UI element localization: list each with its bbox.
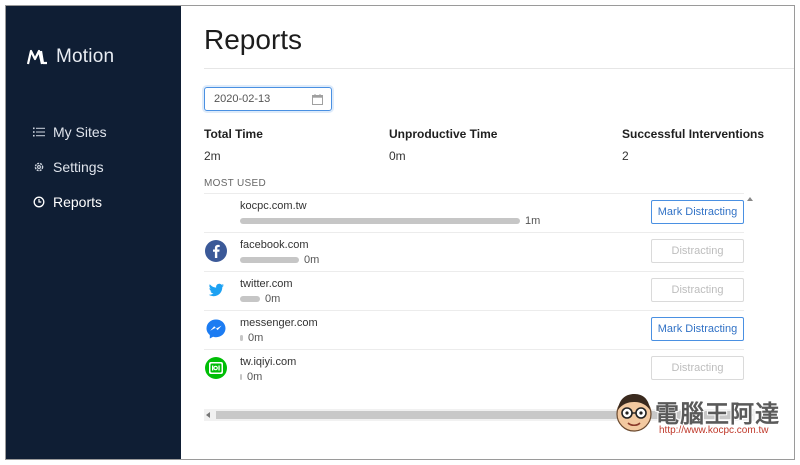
scroll-up-arrow-icon[interactable] <box>747 197 753 201</box>
sidebar-item-label: My Sites <box>53 123 107 140</box>
sidebar-item-my-sites[interactable]: My Sites <box>33 114 107 149</box>
sidebar: Motion My Sites Settings Reports <box>6 6 181 459</box>
usage-duration: 1m <box>525 215 541 227</box>
most-used-list: kocpc.com.tw 1m Mark Distracting faceboo… <box>204 193 755 388</box>
vertical-scrollbar[interactable] <box>744 193 755 388</box>
list-item: facebook.com 0m Distracting <box>204 232 744 271</box>
stat-total-time: Total Time 2m <box>204 127 263 163</box>
list-item: tw.iqiyi.com 0m Distracting <box>204 349 744 388</box>
list-icon <box>33 127 45 136</box>
stat-value: 2m <box>204 149 221 163</box>
gear-icon <box>34 162 44 171</box>
stat-label: Unproductive Time <box>389 127 498 141</box>
motion-logo-icon <box>26 49 47 65</box>
stat-label: Total Time <box>204 127 263 141</box>
usage-bar <box>240 374 242 380</box>
usage-bar <box>240 257 299 263</box>
site-name: tw.iqiyi.com <box>240 356 297 368</box>
watermark-url: http://www.kocpc.com.tw <box>659 425 769 436</box>
stat-value: 0m <box>389 149 406 163</box>
usage-duration: 0m <box>247 371 263 383</box>
usage-bar <box>240 335 243 341</box>
scroll-left-arrow-icon[interactable] <box>206 412 210 418</box>
site-name: facebook.com <box>240 239 309 251</box>
usage-bar <box>240 218 520 224</box>
distracting-button[interactable]: Distracting <box>651 278 744 302</box>
site-name: kocpc.com.tw <box>240 200 307 212</box>
list-item: messenger.com 0m Mark Distracting <box>204 310 744 349</box>
distracting-button[interactable]: Distracting <box>651 239 744 263</box>
usage-duration: 0m <box>304 254 320 266</box>
stat-value: 2 <box>622 149 629 163</box>
usage-bar <box>240 296 260 302</box>
list-item: kocpc.com.tw 1m Mark Distracting <box>204 193 744 232</box>
mark-distracting-button[interactable]: Mark Distracting <box>651 200 744 224</box>
stat-unproductive-time: Unproductive Time 0m <box>389 127 497 163</box>
app-window: Motion My Sites Settings Reports Reports… <box>5 5 795 460</box>
site-name: messenger.com <box>240 317 318 329</box>
usage-duration: 0m <box>248 332 264 344</box>
usage-duration: 0m <box>265 293 281 305</box>
watermark: 電腦王阿達 http://www.kocpc.com.tw <box>613 390 793 450</box>
stat-label: Successful Interventions <box>622 127 765 141</box>
mark-distracting-button[interactable]: Mark Distracting <box>651 317 744 341</box>
distracting-button[interactable]: Distracting <box>651 356 744 380</box>
sidebar-item-settings[interactable]: Settings <box>33 149 107 184</box>
divider <box>204 68 794 69</box>
sidebar-nav: My Sites Settings Reports <box>33 114 107 219</box>
facebook-icon <box>205 240 227 262</box>
site-name: twitter.com <box>240 278 293 290</box>
page-title: Reports <box>204 24 303 55</box>
app-name: Motion <box>56 46 115 67</box>
twitter-icon <box>208 283 224 297</box>
list-item: twitter.com 0m Distracting <box>204 271 744 310</box>
sidebar-item-label: Reports <box>53 193 103 210</box>
sidebar-item-label: Settings <box>53 158 104 175</box>
calendar-icon[interactable] <box>312 94 323 105</box>
clock-icon <box>33 196 45 207</box>
mascot-face-icon <box>616 394 652 432</box>
iqiyi-icon <box>205 357 227 379</box>
date-picker[interactable] <box>204 87 332 111</box>
brand: Motion <box>26 46 114 68</box>
watermark-text: 電腦王阿達 <box>655 400 780 428</box>
date-input[interactable] <box>214 93 309 105</box>
section-label-most-used: MOST USED <box>204 178 266 189</box>
messenger-icon <box>206 319 226 339</box>
stat-successful-interventions: Successful Interventions 2 <box>622 127 764 163</box>
sidebar-item-reports[interactable]: Reports <box>33 184 107 219</box>
